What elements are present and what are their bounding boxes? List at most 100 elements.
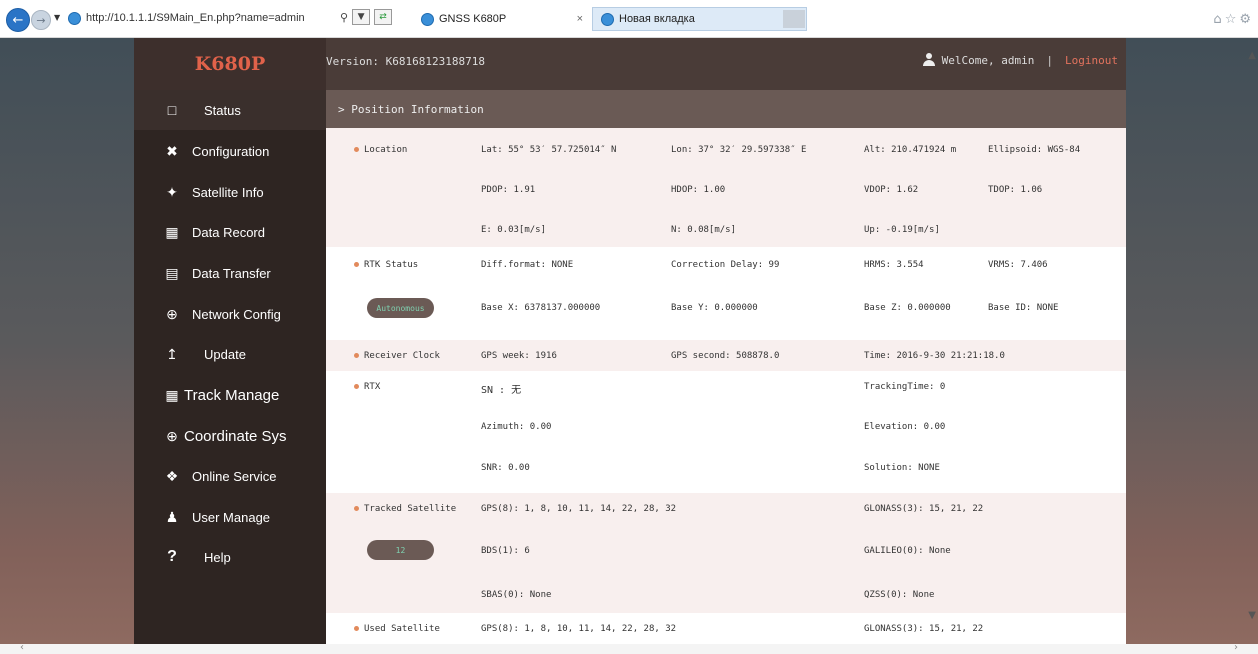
address-dropdown-icon[interactable]: ▼ <box>352 9 371 25</box>
velocity-east: E: 0.03[m/s] <box>481 225 547 235</box>
tracked-satellite-section: Tracked Satellite GPS(8): 1, 8, 10, 11, … <box>326 493 1126 613</box>
page-background-right <box>1126 38 1258 644</box>
sidebar-item-coordinate-sys[interactable]: ⊕ Coordinate Sys <box>134 416 326 456</box>
tracked-qzss-value: QZSS(0): None <box>864 590 935 600</box>
satellite-icon: ✦ <box>166 183 178 200</box>
sidebar-item-data-record[interactable]: ▦ Data Record <box>134 212 326 252</box>
tdop-value: TDOP: 1.06 <box>988 185 1043 195</box>
monitor-icon: □ <box>167 102 177 118</box>
rtk-section: RTK Status Diff.format: NONE Correction … <box>326 247 1126 340</box>
browser-icons: ⌂☆⚙ <box>1213 12 1254 27</box>
sidebar-item-online-service[interactable]: ❖ Online Service <box>134 456 326 496</box>
snr-value: SNR: 0.00 <box>481 463 530 473</box>
new-tab-button[interactable] <box>783 10 805 28</box>
clock-section: Receiver Clock GPS week: 1916 GPS second… <box>326 340 1126 371</box>
calendar-icon: ▦ <box>165 386 179 403</box>
longitude-value: Lon: 37° 32′ 29.597338″ E <box>671 145 807 155</box>
rtx-sn-value: SN : 无 <box>481 385 522 396</box>
bullet-icon <box>354 626 359 631</box>
favorites-star-icon[interactable]: ☆ <box>1225 12 1240 27</box>
logo: K680P <box>134 38 326 90</box>
home-icon[interactable]: ⌂ <box>1213 12 1224 27</box>
upload-icon: ↥ <box>166 345 178 362</box>
scroll-down-icon[interactable]: ▼ <box>1248 610 1256 621</box>
address-bar[interactable]: http://10.1.1.1/S9Main_En.php?name=admin <box>68 9 374 27</box>
section-header: > Position Information <box>326 90 1126 128</box>
sidebar-item-configuration[interactable]: ✖ Configuration <box>134 131 326 171</box>
sidebar-item-label: Status <box>204 102 241 118</box>
main-content: > Position Information Location Lat: 55°… <box>326 90 1126 644</box>
tab-gnss[interactable]: GNSS K680P × <box>413 7 591 31</box>
tracked-sbas-value: SBAS(0): None <box>481 590 552 600</box>
vdop-value: VDOP: 1.62 <box>864 185 919 195</box>
tab-page-icon <box>421 12 434 26</box>
refresh-icon[interactable]: ⇄ <box>374 9 393 25</box>
section-label: Tracked Satellite <box>354 504 456 514</box>
page-background-left <box>0 38 134 644</box>
elevation-value: Elevation: 0.00 <box>864 422 946 432</box>
sidebar-item-label: Configuration <box>192 143 270 159</box>
firmware-version: Version: K68168123188718 <box>326 55 485 68</box>
pdop-value: PDOP: 1.91 <box>481 185 536 195</box>
hrms-value: HRMS: 3.554 <box>864 260 924 270</box>
user-welcome: WelCome, admin | Loginout <box>922 53 1118 67</box>
sidebar-item-label: Track Manage <box>184 386 280 404</box>
rtk-mode-badge: Autonomous <box>367 298 434 318</box>
bullet-icon <box>354 147 359 152</box>
history-dropdown-icon[interactable]: ▼ <box>54 13 60 22</box>
sidebar-item-status[interactable]: □ Status <box>134 90 326 130</box>
globe-icon: ⊕ <box>166 305 178 322</box>
header-separator: | <box>1046 53 1054 67</box>
browser-page-icon <box>68 11 81 25</box>
bullet-icon <box>354 353 359 358</box>
base-z-value: Base Z: 0.000000 <box>864 303 951 313</box>
sidebar-item-data-transfer[interactable]: ▤ Data Transfer <box>134 253 326 293</box>
bullet-icon <box>354 506 359 511</box>
section-label: Location <box>354 145 407 155</box>
tab-label: GNSS K680P <box>439 13 507 25</box>
search-icon[interactable]: ⚲ <box>340 11 348 24</box>
used-satellite-section: Used Satellite GPS(8): 1, 8, 10, 11, 14,… <box>326 613 1126 644</box>
sidebar-item-satellite-info[interactable]: ✦ Satellite Info <box>134 172 326 212</box>
forward-button[interactable]: → <box>31 10 51 30</box>
velocity-up: Up: -0.19[m/s] <box>864 225 940 235</box>
tracking-time-value: TrackingTime: 0 <box>864 382 946 392</box>
gps-week-value: GPS week: 1916 <box>481 351 557 361</box>
close-tab-icon[interactable]: × <box>577 13 583 25</box>
azimuth-value: Azimuth: 0.00 <box>481 422 552 432</box>
calendar-icon: ▦ <box>165 223 179 240</box>
vrms-value: VRMS: 7.406 <box>988 260 1048 270</box>
base-id-value: Base ID: NONE <box>988 303 1059 313</box>
browser-toolbar: ← → ▼ http://10.1.1.1/S9Main_En.php?name… <box>0 0 1258 38</box>
address-tools: ⚲ ▼ ⇄ <box>340 9 393 25</box>
latitude-value: Lat: 55° 53′ 57.725014″ N <box>481 145 617 155</box>
sidebar-item-label: Network Config <box>192 306 281 322</box>
scroll-left-icon[interactable]: ‹ <box>20 642 24 653</box>
tracked-galileo-value: GALILEO(0): None <box>864 546 951 556</box>
tools-icon: ✖ <box>166 142 178 159</box>
user-icon <box>922 53 936 67</box>
settings-gear-icon[interactable]: ⚙ <box>1239 12 1254 27</box>
sidebar-item-help[interactable]: ? Help <box>134 537 326 577</box>
sidebar-item-network-config[interactable]: ⊕ Network Config <box>134 294 326 334</box>
diff-format-value: Diff.format: NONE <box>481 260 574 270</box>
sidebar-item-label: User Manage <box>192 509 271 525</box>
scroll-up-icon[interactable]: ▲ <box>1248 50 1256 61</box>
welcome-text: WelCome, admin <box>941 53 1035 67</box>
cube-icon: ❖ <box>165 467 179 484</box>
tab-new[interactable]: Новая вкладка <box>592 7 807 31</box>
solution-value: Solution: NONE <box>864 463 940 473</box>
sidebar-item-update[interactable]: ↥ Update <box>134 334 326 374</box>
location-section: Location Lat: 55° 53′ 57.725014″ N Lon: … <box>326 128 1126 247</box>
back-button[interactable]: ← <box>6 8 30 32</box>
logout-link[interactable]: Loginout <box>1065 54 1118 67</box>
transfer-icon: ▤ <box>165 264 179 281</box>
question-icon: ? <box>167 548 177 565</box>
sidebar-item-user-manage[interactable]: ♟ User Manage <box>134 497 326 537</box>
base-x-value: Base X: 6378137.000000 <box>481 303 601 313</box>
sidebar-item-track-manage[interactable]: ▦ Track Manage <box>134 375 326 415</box>
horizontal-scrollbar[interactable]: ‹ › <box>0 642 1258 654</box>
used-glonass-value: GLONASS(3): 15, 21, 22 <box>864 624 984 634</box>
sidebar-item-label: Help <box>204 549 231 565</box>
scroll-right-icon[interactable]: › <box>1234 642 1238 653</box>
